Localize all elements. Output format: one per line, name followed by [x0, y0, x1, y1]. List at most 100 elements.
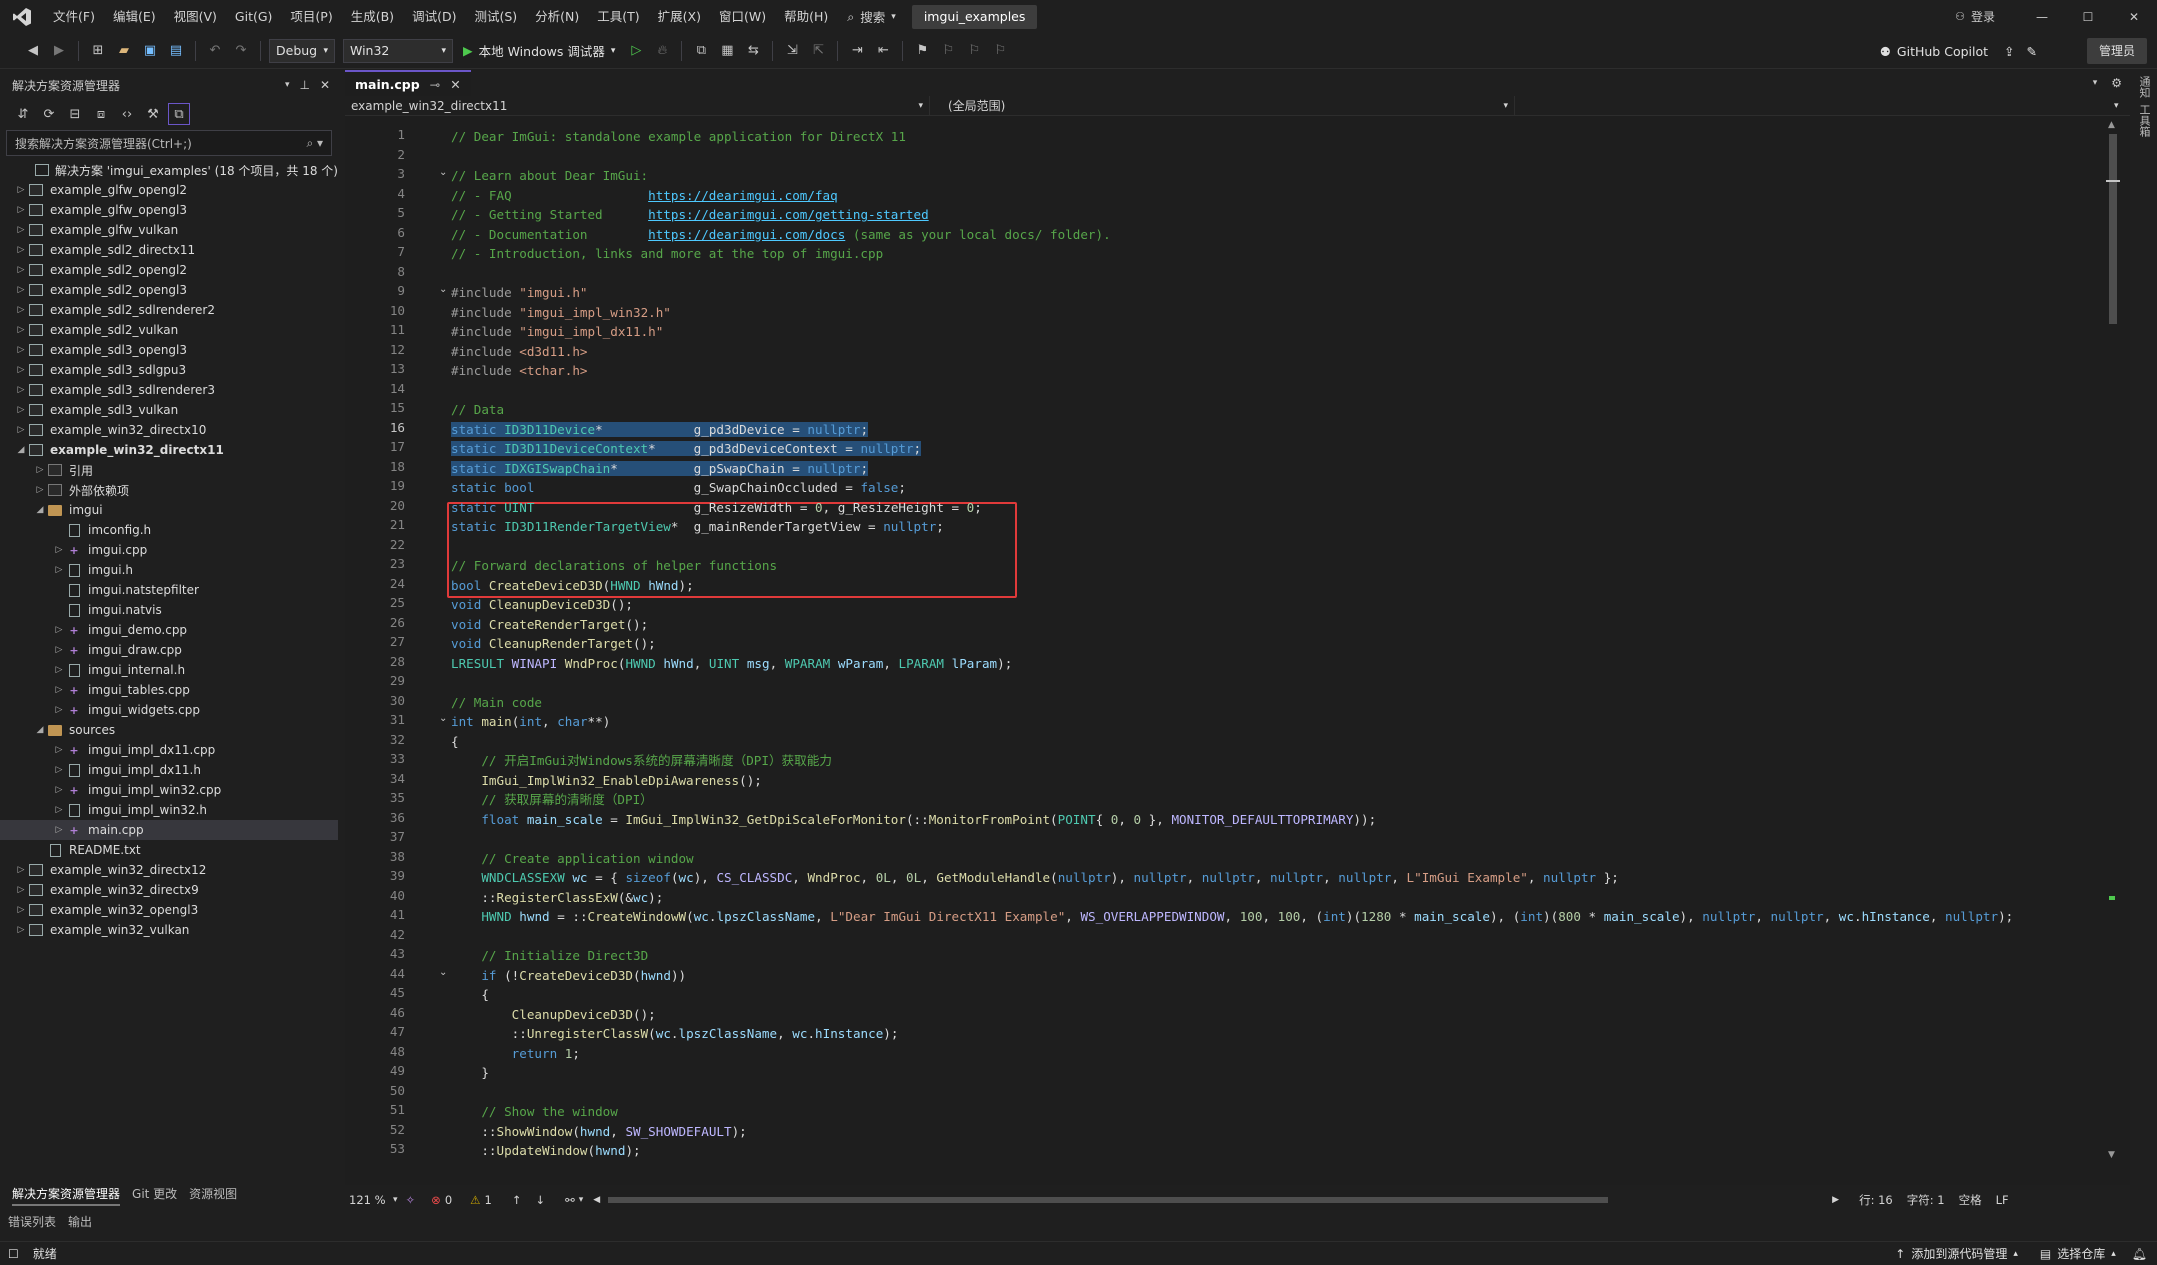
menu-item[interactable]: 调试(D) [403, 0, 465, 33]
tree-item[interactable]: ▷ + imgui_impl_dx11.cpp [0, 740, 338, 760]
collapsed-arrow-icon[interactable]: ▷ [52, 705, 66, 715]
close-icon[interactable]: ✕ [320, 78, 330, 92]
back-icon[interactable]: ◀ [22, 40, 44, 62]
indent-icon[interactable]: ⇥ [846, 40, 868, 62]
code-view-icon[interactable]: ‹› [116, 103, 138, 125]
tree-item[interactable]: ▷ + imgui_tables.cpp [0, 680, 338, 700]
menu-item[interactable]: 分析(N) [526, 0, 588, 33]
panel-tab[interactable]: 资源视图 [189, 1182, 237, 1206]
menu-item[interactable]: 编辑(E) [104, 0, 165, 33]
show-all-files-icon[interactable]: ⧈ [90, 103, 112, 125]
tree-item[interactable]: imgui.natstepfilter [0, 580, 338, 600]
menu-item[interactable]: 帮助(H) [775, 0, 837, 33]
gear-icon[interactable]: ⚙ [2111, 70, 2122, 96]
collapsed-arrow-icon[interactable]: ▷ [14, 245, 28, 255]
collapsed-arrow-icon[interactable]: ▷ [52, 545, 66, 555]
tree-item[interactable]: ◢ example_win32_directx11 [0, 440, 338, 460]
collapsed-arrow-icon[interactable]: ▷ [14, 385, 28, 395]
panel-tab[interactable]: Git 更改 [132, 1182, 177, 1206]
tab-list-icon[interactable]: ▾ [2093, 70, 2098, 96]
collapsed-arrow-icon[interactable]: ▷ [14, 205, 28, 215]
tree-item[interactable]: ▷ example_sdl2_opengl2 [0, 260, 338, 280]
tree-item[interactable]: ▷ example_glfw_opengl3 [0, 200, 338, 220]
step-over-icon[interactable]: ⇱ [807, 40, 829, 62]
menu-item[interactable]: 窗口(W) [710, 0, 775, 33]
bottom-tab[interactable]: 错误列表 [8, 1210, 56, 1234]
select-repository-button[interactable]: 选择仓库 [2057, 1245, 2105, 1262]
tree-item[interactable]: README.txt [0, 840, 338, 860]
solution-search-input[interactable]: 搜索解决方案资源管理器(Ctrl+;) ⌕ ▾ [6, 130, 332, 156]
vertical-scrollbar[interactable]: ▲ ▼ [2106, 120, 2120, 1160]
tree-item[interactable]: ▷ + main.cpp [0, 820, 338, 840]
minimize-button[interactable]: — [2019, 0, 2065, 33]
collapsed-arrow-icon[interactable]: ▷ [14, 925, 28, 935]
scroll-left-icon[interactable]: ◀ [593, 1195, 600, 1205]
tree-item[interactable]: ▷ example_glfw_vulkan [0, 220, 338, 240]
collapsed-arrow-icon[interactable]: ▷ [14, 325, 28, 335]
collapsed-arrow-icon[interactable]: ▷ [14, 265, 28, 275]
close-icon[interactable]: ✕ [450, 77, 460, 92]
horizontal-scrollbar[interactable] [606, 1195, 1826, 1205]
tree-item[interactable]: ▷ example_win32_directx10 [0, 420, 338, 440]
tree-item[interactable]: ▷ example_sdl3_sdlrenderer3 [0, 380, 338, 400]
line-ending[interactable]: LF [1996, 1193, 2009, 1207]
arrow-down-icon[interactable]: ↓ [535, 1193, 545, 1207]
platform-select[interactable]: Win32 ▾ [343, 38, 453, 63]
collapsed-arrow-icon[interactable]: ▷ [14, 885, 28, 895]
menu-item[interactable]: Git(G) [226, 0, 282, 33]
member-select[interactable]: ▾ [2108, 96, 2130, 116]
signin-button[interactable]: ⚇ 登录 [1955, 0, 1995, 33]
solution-name-badge[interactable]: imgui_examples [911, 4, 1038, 29]
expanded-arrow-icon[interactable]: ◢ [33, 505, 47, 515]
tree-item[interactable]: ▷ example_win32_vulkan [0, 920, 338, 940]
tree-item[interactable]: ▷ + imgui_demo.cpp [0, 620, 338, 640]
switch-views-icon[interactable]: ⇵ [12, 103, 34, 125]
tree-item[interactable]: ▷ example_win32_directx12 [0, 860, 338, 880]
collapsed-arrow-icon[interactable]: ▷ [52, 765, 66, 775]
pin-icon[interactable]: ⊸ [430, 77, 440, 92]
open-folder-icon[interactable]: ▰ [113, 40, 135, 62]
expanded-arrow-icon[interactable]: ◢ [14, 445, 28, 455]
new-project-icon[interactable]: ⊞ [87, 40, 109, 62]
close-window-button[interactable]: ✕ [2111, 0, 2157, 33]
collapsed-arrow-icon[interactable]: ▷ [52, 665, 66, 675]
collapsed-arrow-icon[interactable]: ▷ [52, 625, 66, 635]
format-icon[interactable]: ⇆ [742, 40, 764, 62]
collapsed-arrow-icon[interactable]: ▷ [14, 425, 28, 435]
tree-item[interactable]: 解决方案 'imgui_examples' (18 个项目，共 18 个) [0, 160, 338, 180]
collapsed-arrow-icon[interactable]: ▷ [14, 225, 28, 235]
tree-item[interactable]: ▷ + imgui_draw.cpp [0, 640, 338, 660]
next-bookmark-icon[interactable]: ⚐ [963, 40, 985, 62]
tree-item[interactable]: ▷ + imgui_widgets.cpp [0, 700, 338, 720]
brush-icon[interactable]: ⚯ [565, 1193, 575, 1207]
collapsed-arrow-icon[interactable]: ▷ [52, 645, 66, 655]
collapsed-arrow-icon[interactable]: ▷ [14, 285, 28, 295]
tree-item[interactable]: ▷ example_glfw_opengl2 [0, 180, 338, 200]
cursor-line[interactable]: 行: 16 [1859, 1192, 1893, 1208]
step-into-icon[interactable]: ⇲ [781, 40, 803, 62]
tree-item[interactable]: ◢ sources [0, 720, 338, 740]
tree-item[interactable]: imgui.natvis [0, 600, 338, 620]
tree-item[interactable]: ▷ example_sdl2_directx11 [0, 240, 338, 260]
notification-icon[interactable]: 🔔︎ [2132, 1247, 2147, 1261]
menu-item[interactable]: 工具(T) [588, 0, 648, 33]
tree-item[interactable]: ▷ example_sdl2_vulkan [0, 320, 338, 340]
tree-item[interactable]: ▷ example_sdl3_sdlgpu3 [0, 360, 338, 380]
save-all-icon[interactable]: ▤ [165, 40, 187, 62]
menu-item[interactable]: 项目(P) [281, 0, 341, 33]
pin-icon[interactable]: ⊥ [299, 78, 309, 92]
cursor-char[interactable]: 字符: 1 [1907, 1192, 1945, 1208]
code-text-area[interactable]: 1 // Dear ImGui: standalone example appli… [345, 120, 2130, 1160]
collapsed-arrow-icon[interactable]: ▷ [14, 865, 28, 875]
collapse-all-icon[interactable]: ⊟ [64, 103, 86, 125]
collapsed-arrow-icon[interactable]: ▷ [14, 185, 28, 195]
layout-icon[interactable]: ▦ [716, 40, 738, 62]
tree-item[interactable]: ▷ 外部依赖项 [0, 480, 338, 500]
search-button[interactable]: ⌕ 搜索 ▾ [837, 0, 906, 33]
properties-icon[interactable]: ⚒ [142, 103, 164, 125]
warning-icon[interactable]: ⚠ [470, 1193, 480, 1207]
tree-item[interactable]: ▷ imgui_internal.h [0, 660, 338, 680]
fold-chevron-icon[interactable]: ⌄ [439, 284, 447, 295]
arrow-up-icon[interactable]: ↑ [512, 1193, 522, 1207]
expanded-arrow-icon[interactable]: ◢ [33, 725, 47, 735]
